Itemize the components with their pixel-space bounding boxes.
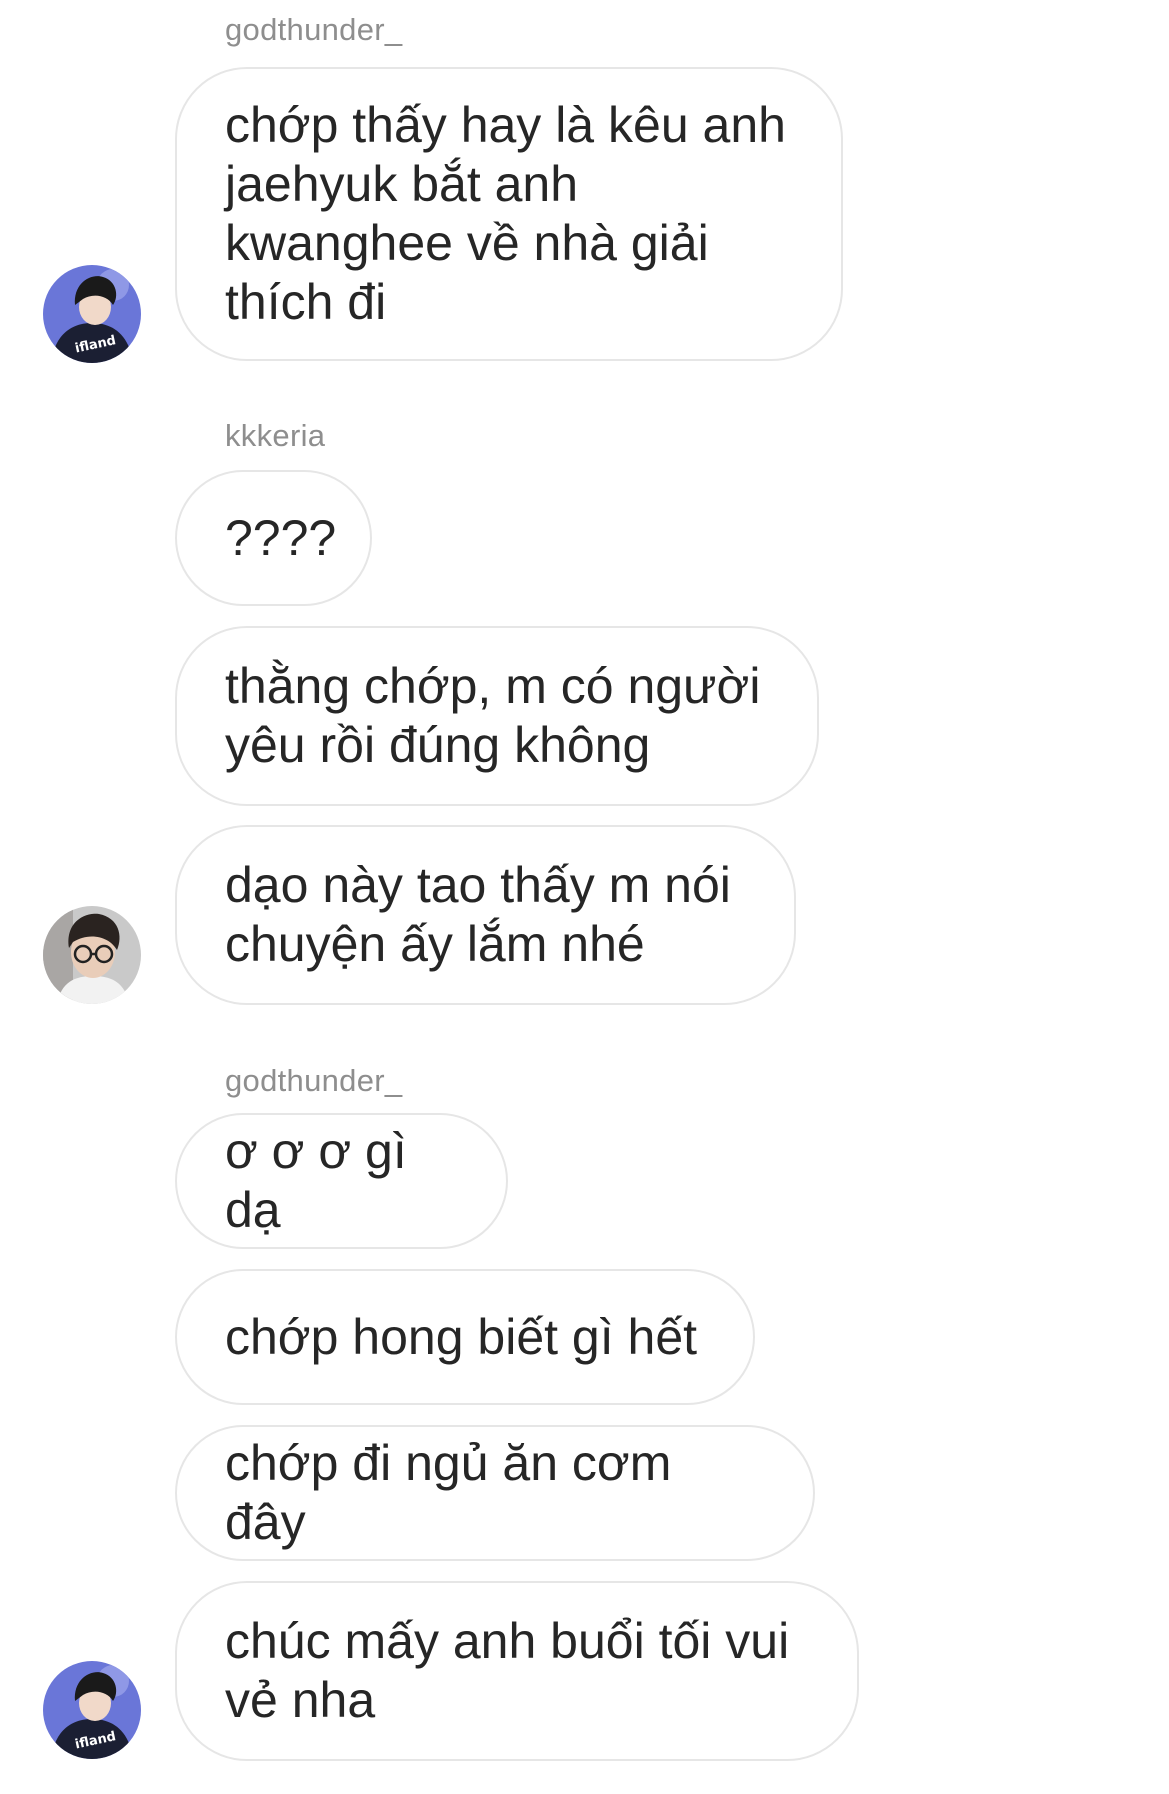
avatar-jersey-icon: ifland <box>43 265 141 363</box>
avatar-kkkeria[interactable] <box>43 906 141 1004</box>
avatar-godthunder[interactable]: ifland <box>43 1661 141 1759</box>
message-bubble[interactable]: dạo này tao thấy m nói chuyện ấy lắm nhé <box>175 825 796 1005</box>
avatar-jersey-icon: ifland <box>43 1661 141 1759</box>
sender-name: kkkeria <box>225 418 326 453</box>
chat-screen: { "messages": [ { "sender": "godthunder_… <box>0 0 1169 1794</box>
message-bubble[interactable]: ơ ơ ơ gì dạ <box>175 1113 508 1249</box>
message-bubble[interactable]: ???? <box>175 470 372 606</box>
message-bubble[interactable]: thằng chớp, m có người yêu rồi đúng khôn… <box>175 626 819 806</box>
message-bubble[interactable]: chớp đi ngủ ăn cơm đây <box>175 1425 815 1561</box>
message-bubble[interactable]: chớp hong biết gì hết <box>175 1269 755 1405</box>
message-bubble[interactable]: chúc mấy anh buổi tối vui vẻ nha <box>175 1581 859 1761</box>
sender-name: godthunder_ <box>225 12 403 47</box>
sender-name: godthunder_ <box>225 1063 403 1098</box>
avatar-glasses-icon <box>43 906 141 1004</box>
message-bubble[interactable]: chớp thấy hay là kêu anh jaehyuk bắt anh… <box>175 67 843 361</box>
avatar-godthunder[interactable]: ifland <box>43 265 141 363</box>
